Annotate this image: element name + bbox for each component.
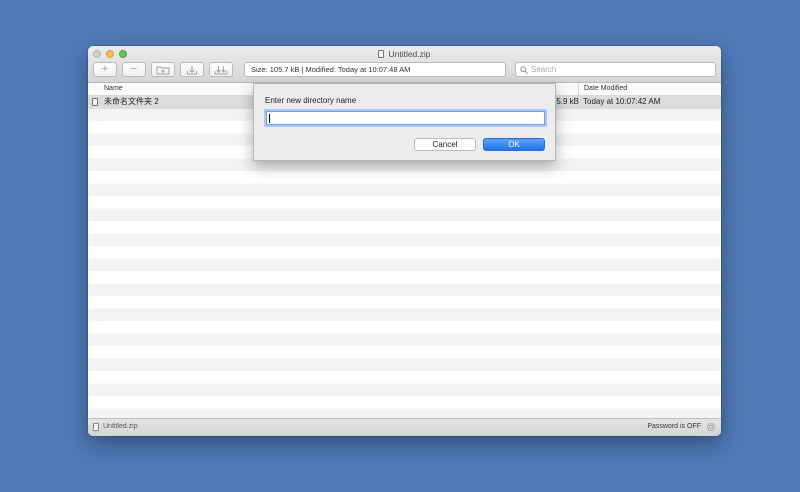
file-name: 未命名文件夹 2 [104,97,159,106]
add-label: + [101,63,109,75]
document-icon [378,50,385,58]
search-placeholder: Search [531,65,557,74]
add-button[interactable]: + [93,62,117,77]
download-all-icon [214,66,228,75]
column-name-header[interactable]: Name [104,83,123,95]
title-bar: Untitled.zip + − Size: 105.7 kB | Modifi… [88,46,721,83]
cancel-button[interactable]: Cancel [414,138,476,151]
extract-all-button[interactable] [209,62,233,77]
extract-button[interactable] [180,62,204,77]
folder-file-icon [92,98,98,106]
column-date-header[interactable]: Date Modified [578,83,627,95]
window-title-text: Untitled.zip [388,49,431,59]
password-status: Password is OFF [647,423,701,430]
remove-label: − [130,63,138,75]
new-folder-button[interactable] [151,62,175,77]
new-folder-icon [156,66,170,75]
archive-info-field: Size: 105.7 kB | Modified: Today at 10:0… [244,62,506,77]
search-input[interactable]: Search [515,62,716,77]
remove-button[interactable]: − [122,62,146,77]
window-title: Untitled.zip [88,48,721,60]
file-size: 5.9 kB [556,97,579,106]
file-date: Today at 10:07:42 AM [583,97,661,106]
directory-name-input[interactable] [266,111,545,125]
ok-button[interactable]: OK [483,138,545,151]
status-bar: Untitled.zip Password is OFF [88,418,721,436]
archive-file-icon [93,423,99,431]
new-directory-dialog: Enter new directory name Cancel OK [253,83,556,161]
search-icon [520,66,528,74]
text-caret [269,114,270,123]
status-filename: Untitled.zip [103,423,138,430]
download-icon [187,66,197,75]
dialog-prompt: Enter new directory name [265,96,357,105]
gear-icon[interactable] [706,422,716,432]
